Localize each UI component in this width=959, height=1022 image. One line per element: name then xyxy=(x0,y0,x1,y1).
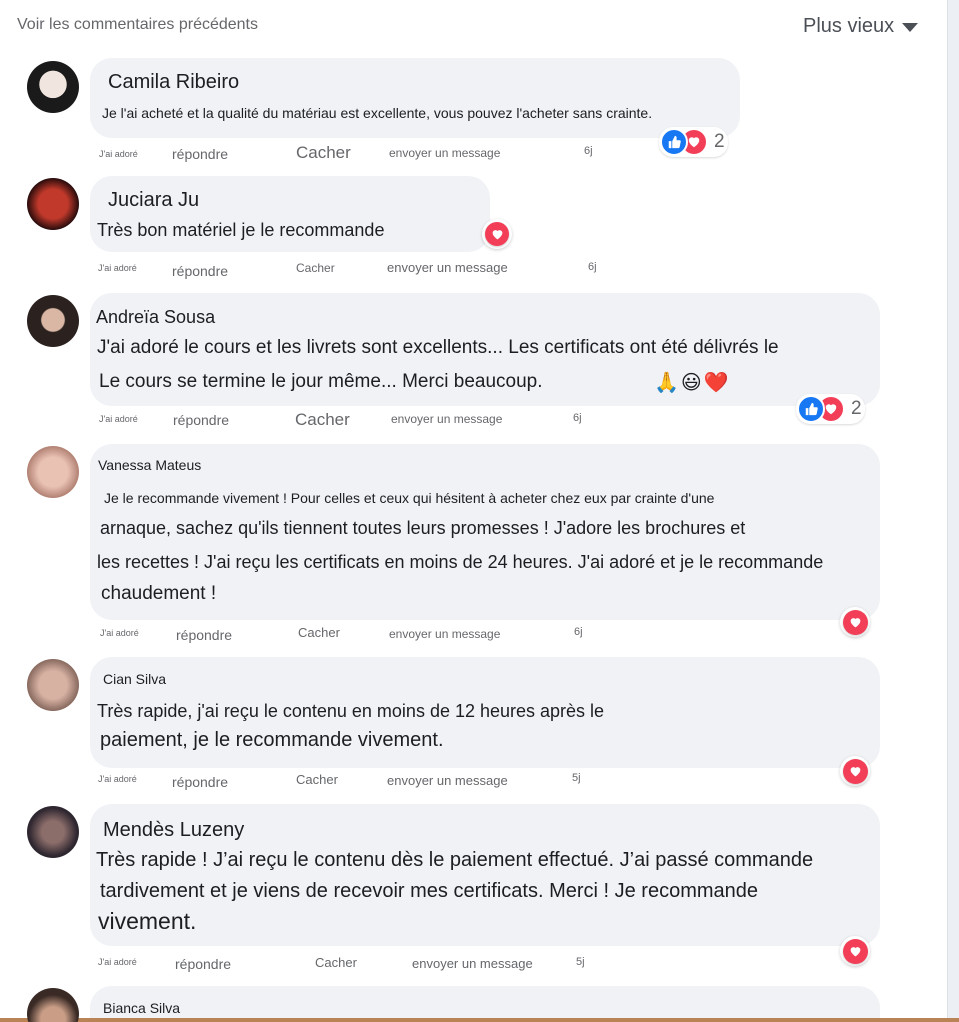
comment-author[interactable]: Juciara Ju xyxy=(108,189,199,212)
avatar[interactable] xyxy=(27,178,79,230)
comment-text: arnaque, sachez qu'ils tiennent toutes l… xyxy=(100,518,746,538)
send-message-action[interactable]: envoyer un message xyxy=(387,773,508,788)
reply-action[interactable]: répondre xyxy=(172,774,228,790)
reply-action[interactable]: répondre xyxy=(172,263,228,279)
comment-text: Je le recommande vivement ! Pour celles … xyxy=(104,490,715,506)
hide-action[interactable]: Cacher xyxy=(295,410,350,430)
love-reaction[interactable] xyxy=(840,756,870,786)
love-reaction[interactable] xyxy=(840,936,870,966)
love-icon xyxy=(842,938,868,964)
previous-comments-link[interactable]: Voir les commentaires précédents xyxy=(17,16,258,34)
reply-action[interactable]: répondre xyxy=(176,627,232,643)
comment-time[interactable]: 6j xyxy=(574,626,583,638)
hide-action[interactable]: Cacher xyxy=(296,261,335,275)
love-action[interactable]: J'ai adoré xyxy=(99,149,138,159)
avatar[interactable] xyxy=(27,446,79,498)
reaction-summary[interactable]: 2 xyxy=(796,394,865,424)
bottom-border xyxy=(0,1018,959,1022)
comments-header: Voir les commentaires précédents Plus vi… xyxy=(0,0,947,50)
comment-author[interactable]: Bianca Silva xyxy=(103,1000,180,1016)
comment-time[interactable]: 5j xyxy=(572,772,581,784)
comment-text: Je l'ai acheté et la qualité du matériau… xyxy=(102,105,653,121)
comment-author[interactable]: Vanessa Mateus xyxy=(98,457,201,473)
sort-dropdown[interactable]: Plus vieux xyxy=(803,15,919,38)
love-action[interactable]: J'ai adoré xyxy=(98,774,137,784)
avatar[interactable] xyxy=(27,806,79,858)
love-action[interactable]: J'ai adoré xyxy=(98,957,137,967)
love-action[interactable]: J'ai adoré xyxy=(98,263,137,273)
love-icon xyxy=(842,609,868,635)
send-message-action[interactable]: envoyer un message xyxy=(389,627,500,641)
reply-action[interactable]: répondre xyxy=(173,412,229,428)
comment-text: Le cours se termine le jour même... Merc… xyxy=(99,371,543,392)
scroll-track xyxy=(947,0,959,1022)
caret-down-icon xyxy=(902,23,919,32)
comment-text: Très rapide, j'ai reçu le contenu en moi… xyxy=(97,701,605,721)
comment-time[interactable]: 5j xyxy=(576,956,585,968)
comment-text: paiement, je le recommande vivement. xyxy=(100,729,444,751)
comment-bubble xyxy=(90,58,740,138)
send-message-action[interactable]: envoyer un message xyxy=(387,260,508,275)
comment-text: tardivement et je viens de recevoir mes … xyxy=(100,880,759,902)
love-icon xyxy=(485,222,509,246)
comment-text: vivement. xyxy=(98,908,197,934)
love-reaction[interactable] xyxy=(840,607,870,637)
comment-bubble xyxy=(90,986,880,1018)
love-action[interactable]: J'ai adoré xyxy=(100,628,139,638)
avatar[interactable] xyxy=(27,659,79,711)
reaction-summary[interactable]: 2 xyxy=(659,127,728,157)
emoji-group: 🙏😃❤️ xyxy=(654,372,731,394)
send-message-action[interactable]: envoyer un message xyxy=(412,956,533,971)
comment-text: Très bon matériel je le recommande xyxy=(97,220,385,240)
reply-action[interactable]: répondre xyxy=(172,146,228,162)
like-icon xyxy=(660,128,688,156)
reaction-count: 2 xyxy=(714,131,725,152)
avatar[interactable] xyxy=(27,988,79,1022)
send-message-action[interactable]: envoyer un message xyxy=(391,412,502,426)
avatar[interactable] xyxy=(27,61,79,113)
love-action[interactable]: J'ai adoré xyxy=(99,414,138,424)
comment-time[interactable]: 6j xyxy=(584,145,593,157)
comment-author[interactable]: Andreïa Sousa xyxy=(96,307,215,328)
avatar[interactable] xyxy=(27,295,79,347)
hide-action[interactable]: Cacher xyxy=(315,955,357,970)
send-message-action[interactable]: envoyer un message xyxy=(389,146,500,160)
comment-text: Très rapide ! J’ai reçu le contenu dès l… xyxy=(96,849,814,871)
like-icon xyxy=(797,395,825,423)
hide-action[interactable]: Cacher xyxy=(296,772,338,787)
sort-label: Plus vieux xyxy=(803,15,895,37)
love-icon xyxy=(842,758,868,784)
love-reaction[interactable] xyxy=(482,219,512,249)
comment-author[interactable]: Camila Ribeiro xyxy=(108,71,239,94)
comment-time[interactable]: 6j xyxy=(573,412,582,424)
hide-action[interactable]: Cacher xyxy=(298,625,340,640)
reply-action[interactable]: répondre xyxy=(175,956,231,972)
hide-action[interactable]: Cacher xyxy=(296,143,351,163)
comment-time[interactable]: 6j xyxy=(588,261,597,273)
reaction-count: 2 xyxy=(851,398,862,419)
comment-text: chaudement ! xyxy=(101,583,217,604)
comment-author[interactable]: Cian Silva xyxy=(103,671,166,687)
comment-text: les recettes ! J'ai reçu les certificats… xyxy=(97,552,824,572)
comment-author[interactable]: Mendès Luzeny xyxy=(103,819,244,842)
comment-text: J'ai adoré le cours et les livrets sont … xyxy=(97,337,779,358)
